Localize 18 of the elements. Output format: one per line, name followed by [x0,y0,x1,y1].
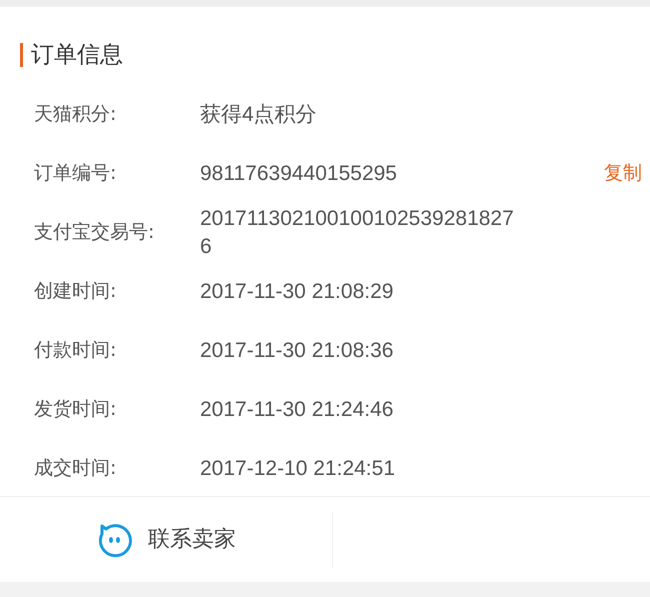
field-label: 天猫积分: [34,102,118,128]
section-title: 订单信息 [31,40,123,70]
field-value: 98117639440155295 [200,160,398,187]
field-value: 2017-12-10 21:24:51 [200,456,396,482]
field-value: 2017-11-30 21:08:29 [200,278,394,305]
field-value: 2017-11-30 21:24:46 [200,396,394,423]
field-label: 订单编号: [34,161,118,186]
field-label: 付款时间: [34,338,118,364]
field-label: 成交时间: [34,456,118,482]
field-label: 支付宝交易号: [34,220,156,246]
accent-bar [20,43,23,67]
chat-face-icon [96,522,132,558]
contact-seller-button[interactable]: 联系卖家 [96,522,236,558]
field-label: 发货时间: [34,397,118,422]
field-label: 创建时间: [34,279,118,304]
field-value: 2017113021001001025392818276 [200,206,515,260]
field-value: 获得4点积分 [200,102,318,128]
field-value: 2017-11-30 21:08:36 [200,338,394,364]
